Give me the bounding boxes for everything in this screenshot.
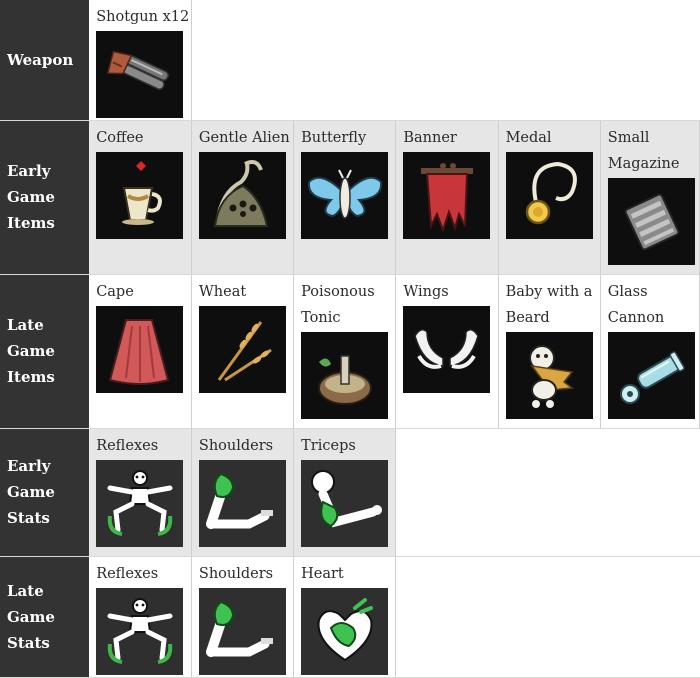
item-name: Wheat <box>198 283 247 300</box>
shoulders-icon <box>198 459 286 547</box>
build-table: Weapon Shotgun x12 Early Game Items Coff… <box>0 0 700 678</box>
early-game-stats-row: Early Game Stats Reflexes Shoulders Tric… <box>0 428 700 557</box>
item-name: Banner <box>403 129 457 146</box>
item-name: Baby with a Beard <box>505 283 593 326</box>
wings-icon <box>403 305 491 393</box>
item-name: Cape <box>96 283 134 300</box>
late-game-stats-row: Late Game Stats Reflexes Shoulders Heart <box>0 556 700 678</box>
banner-icon <box>403 151 491 239</box>
reflexes-icon <box>96 459 184 547</box>
item-cell: Shoulders <box>191 556 295 678</box>
item-cell: Medal <box>498 120 601 275</box>
heart-icon <box>301 587 389 675</box>
row-header-late-game-stats: Late Game Stats <box>0 556 90 678</box>
item-cell: Reflexes <box>89 428 192 557</box>
row-header-early-game-stats: Early Game Stats <box>0 428 90 557</box>
item-cell: Coffee <box>89 120 192 275</box>
item-name: Glass Cannon <box>607 283 665 326</box>
row-header-early-game-items: Early Game Items <box>0 120 90 275</box>
baby-with-a-beard-icon <box>505 331 593 419</box>
item-name: Shoulders <box>198 437 274 454</box>
item-cell: Wheat <box>191 274 295 429</box>
item-name: Butterfly <box>301 129 367 146</box>
item-name: Triceps <box>301 437 356 454</box>
triceps-icon <box>301 459 389 547</box>
item-name: Shotgun x12 <box>96 9 190 25</box>
late-game-items-row: Late Game Items Cape Wheat Poisonous Ton… <box>0 274 700 429</box>
item-cell: Shotgun x12 <box>89 0 192 121</box>
item-name: Small Magazine <box>607 129 680 172</box>
item-cell: Wings <box>395 274 499 429</box>
item-cell: Banner <box>395 120 499 275</box>
coffee-icon <box>96 151 184 239</box>
item-name: Wings <box>403 283 449 300</box>
item-name: Heart <box>301 565 344 582</box>
reflexes-icon <box>96 587 184 675</box>
item-name: Reflexes <box>96 437 159 454</box>
row-header-late-game-items: Late Game Items <box>0 274 90 429</box>
item-cell: Gentle Alien <box>191 120 295 275</box>
poisonous-tonic-icon <box>301 331 389 419</box>
item-cell: Butterfly <box>293 120 397 275</box>
item-cell: Heart <box>293 556 397 678</box>
item-cell: Triceps <box>293 428 397 557</box>
item-name: Medal <box>505 129 552 146</box>
item-cell: Shoulders <box>191 428 295 557</box>
shotgun-icon <box>96 31 184 118</box>
item-cell: Small Magazine <box>600 120 700 275</box>
item-cell: Glass Cannon <box>600 274 700 429</box>
item-cell: Baby with a Beard <box>498 274 601 429</box>
item-name: Gentle Alien <box>198 129 290 146</box>
cape-icon <box>96 305 184 393</box>
item-name: Shoulders <box>198 565 274 582</box>
early-game-items-row: Early Game Items Coffee Gentle Alien But… <box>0 120 700 275</box>
shoulders-icon <box>198 587 286 675</box>
row-header-weapon: Weapon <box>0 0 90 121</box>
item-name: Poisonous Tonic <box>301 283 375 326</box>
weapon-row: Weapon Shotgun x12 <box>0 0 700 121</box>
item-cell: Poisonous Tonic <box>293 274 397 429</box>
small-magazine-icon <box>607 177 695 265</box>
item-name: Reflexes <box>96 565 159 582</box>
wheat-icon <box>198 305 286 393</box>
glass-cannon-icon <box>607 331 695 419</box>
item-name: Coffee <box>96 129 144 146</box>
item-cell: Cape <box>89 274 192 429</box>
item-cell: Reflexes <box>89 556 192 678</box>
gentle-alien-icon <box>198 151 286 239</box>
butterfly-icon <box>301 151 389 239</box>
medal-icon <box>505 151 593 239</box>
